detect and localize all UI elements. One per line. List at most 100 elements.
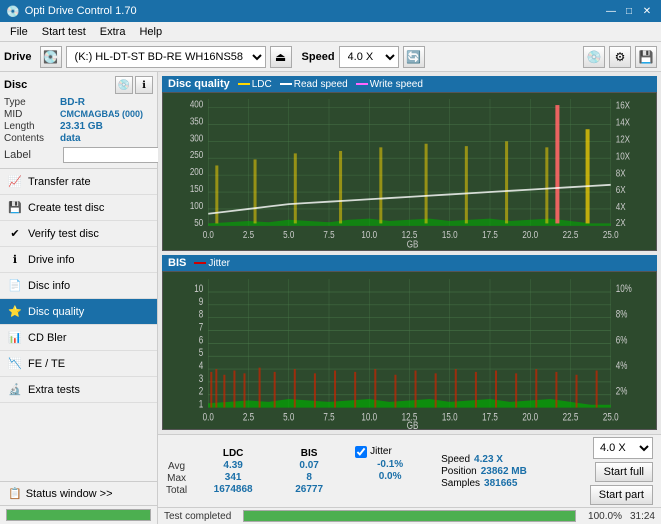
sidebar-bottom: 📋 Status window >> — [0, 481, 157, 524]
ldc-stats: LDC 4.39 341 1674868 — [203, 448, 263, 495]
svg-text:200: 200 — [190, 166, 203, 177]
test-speed-select[interactable]: 4.0 X 8.0 X — [593, 437, 653, 459]
nav-create-test-disc[interactable]: 💾 Create test disc — [0, 195, 157, 221]
status-window-button[interactable]: 📋 Status window >> — [0, 482, 157, 506]
refresh-button[interactable]: 🔄 — [403, 46, 425, 68]
menu-start-test[interactable]: Start test — [36, 24, 92, 40]
nav-verify-test-disc[interactable]: ✔ Verify test disc — [0, 221, 157, 247]
drive-select[interactable]: (K:) HL-DT-ST BD-RE WH16NS58 TST4 — [66, 46, 266, 68]
cd-bler-icon: 📊 — [8, 331, 22, 345]
start-part-button[interactable]: Start part — [590, 485, 653, 505]
menu-file[interactable]: File — [4, 24, 34, 40]
nav-fe-te[interactable]: 📉 FE / TE — [0, 351, 157, 377]
title-bar: 💿 Opti Drive Control 1.70 — □ ✕ — [0, 0, 661, 22]
mid-label: MID — [4, 109, 60, 120]
bis-stats: BIS 0.07 8 26777 — [279, 448, 339, 495]
svg-text:5.0: 5.0 — [283, 411, 295, 424]
settings-button[interactable]: ⚙ — [609, 46, 631, 68]
menu-help[interactable]: Help — [133, 24, 168, 40]
disc-mid-row: MID CMCMAGBA5 (000) — [4, 109, 153, 120]
nav-disc-info[interactable]: 📄 Disc info — [0, 273, 157, 299]
ldc-avg: 4.39 — [203, 460, 263, 471]
jitter-avg: -0.1% — [355, 459, 425, 470]
disc-panel: Disc 💿 ℹ Type BD-R MID CMCMAGBA5 (000) L… — [0, 72, 157, 169]
svg-text:50: 50 — [194, 217, 203, 228]
svg-text:8X: 8X — [616, 168, 626, 179]
samples-row: Samples 381665 — [441, 478, 541, 489]
eject-button[interactable]: ⏏ — [270, 46, 292, 68]
chart-panel: Disc quality LDC Read speed Write speed — [158, 72, 661, 434]
bis-chart-label: BIS — [168, 257, 186, 269]
bis-total: 26777 — [279, 484, 339, 495]
window-controls: — □ ✕ — [603, 3, 655, 19]
svg-text:7.5: 7.5 — [323, 411, 335, 424]
jitter-stats: Jitter -0.1% 0.0% — [355, 446, 425, 497]
status-window-icon: 📋 — [8, 487, 22, 500]
disc-info-button[interactable]: ℹ — [135, 76, 153, 94]
max-label: Max — [166, 473, 187, 484]
svg-text:6%: 6% — [616, 334, 628, 347]
svg-text:8: 8 — [199, 308, 204, 321]
jitter-legend: Jitter — [194, 258, 230, 269]
save-button[interactable]: 💾 — [635, 46, 657, 68]
svg-text:4: 4 — [199, 360, 204, 373]
disc-button[interactable]: 💿 — [583, 46, 605, 68]
speed-row: Speed 4.23 X — [441, 454, 541, 465]
jitter-checkbox[interactable] — [355, 446, 367, 458]
speed-value-stat: 4.23 X — [474, 454, 503, 465]
disc-eject-button[interactable]: 💿 — [115, 76, 133, 94]
svg-text:20.0: 20.0 — [522, 411, 538, 424]
svg-text:10.0: 10.0 — [361, 229, 377, 240]
nav-verify-test-disc-label: Verify test disc — [28, 228, 99, 240]
label-key: Label — [4, 149, 60, 161]
drive-icon-button[interactable]: 💽 — [40, 46, 62, 68]
bis-chart: 1 2 3 4 5 6 7 8 9 10 2% 4% 6% 8 — [162, 271, 657, 430]
ldc-legend: LDC — [238, 79, 272, 90]
position-value: 23862 MB — [481, 466, 527, 477]
nav-cd-bler-label: CD Bler — [28, 332, 67, 344]
progress-row — [0, 506, 157, 524]
nav-drive-info-label: Drive info — [28, 254, 74, 266]
svg-text:150: 150 — [190, 183, 203, 194]
svg-text:10X: 10X — [616, 151, 630, 162]
disc-quality-icon: ⭐ — [8, 305, 22, 319]
bis-header: BIS — [279, 448, 339, 459]
type-value: BD-R — [60, 97, 85, 108]
minimize-button[interactable]: — — [603, 3, 619, 19]
nav-cd-bler[interactable]: 📊 CD Bler — [0, 325, 157, 351]
nav-extra-tests-label: Extra tests — [28, 384, 80, 396]
svg-text:17.5: 17.5 — [482, 229, 498, 240]
nav-drive-info[interactable]: ℹ Drive info — [0, 247, 157, 273]
start-full-button[interactable]: Start full — [595, 462, 653, 482]
status-percent: 100.0% — [588, 511, 622, 522]
verify-test-disc-icon: ✔ — [8, 227, 22, 241]
nav-create-test-disc-label: Create test disc — [28, 202, 104, 214]
close-button[interactable]: ✕ — [639, 3, 655, 19]
title-bar-left: 💿 Opti Drive Control 1.70 — [6, 5, 137, 18]
menu-extra[interactable]: Extra — [94, 24, 132, 40]
position-label: Position — [441, 466, 477, 477]
nav-transfer-rate[interactable]: 📈 Transfer rate — [0, 169, 157, 195]
speed-pos-stats: Speed 4.23 X Position 23862 MB Samples 3… — [441, 454, 541, 489]
ldc-header: LDC — [203, 448, 263, 459]
svg-text:6: 6 — [199, 334, 204, 347]
main-content: Disc quality LDC Read speed Write speed — [158, 72, 661, 524]
speed-select[interactable]: 4.0 X 8.0 X 12.0 X — [339, 46, 399, 68]
svg-text:2: 2 — [199, 385, 203, 398]
maximize-button[interactable]: □ — [621, 3, 637, 19]
svg-text:350: 350 — [190, 116, 203, 127]
nav-disc-quality[interactable]: ⭐ Disc quality — [0, 299, 157, 325]
svg-text:10%: 10% — [616, 283, 632, 296]
position-row: Position 23862 MB — [441, 466, 541, 477]
svg-text:7.5: 7.5 — [323, 229, 334, 240]
drive-bar: Drive 💽 (K:) HL-DT-ST BD-RE WH16NS58 TST… — [0, 42, 661, 72]
nav-items: 📈 Transfer rate 💾 Create test disc ✔ Ver… — [0, 169, 157, 481]
quality-chart-section: Disc quality LDC Read speed Write speed — [162, 76, 657, 251]
svg-text:15.0: 15.0 — [442, 229, 458, 240]
svg-text:14X: 14X — [616, 117, 630, 128]
transfer-rate-icon: 📈 — [8, 175, 22, 189]
svg-text:6X: 6X — [616, 185, 626, 196]
bis-chart-section: BIS Jitter — [162, 255, 657, 430]
nav-extra-tests[interactable]: 🔬 Extra tests — [0, 377, 157, 403]
svg-text:3: 3 — [199, 373, 204, 386]
